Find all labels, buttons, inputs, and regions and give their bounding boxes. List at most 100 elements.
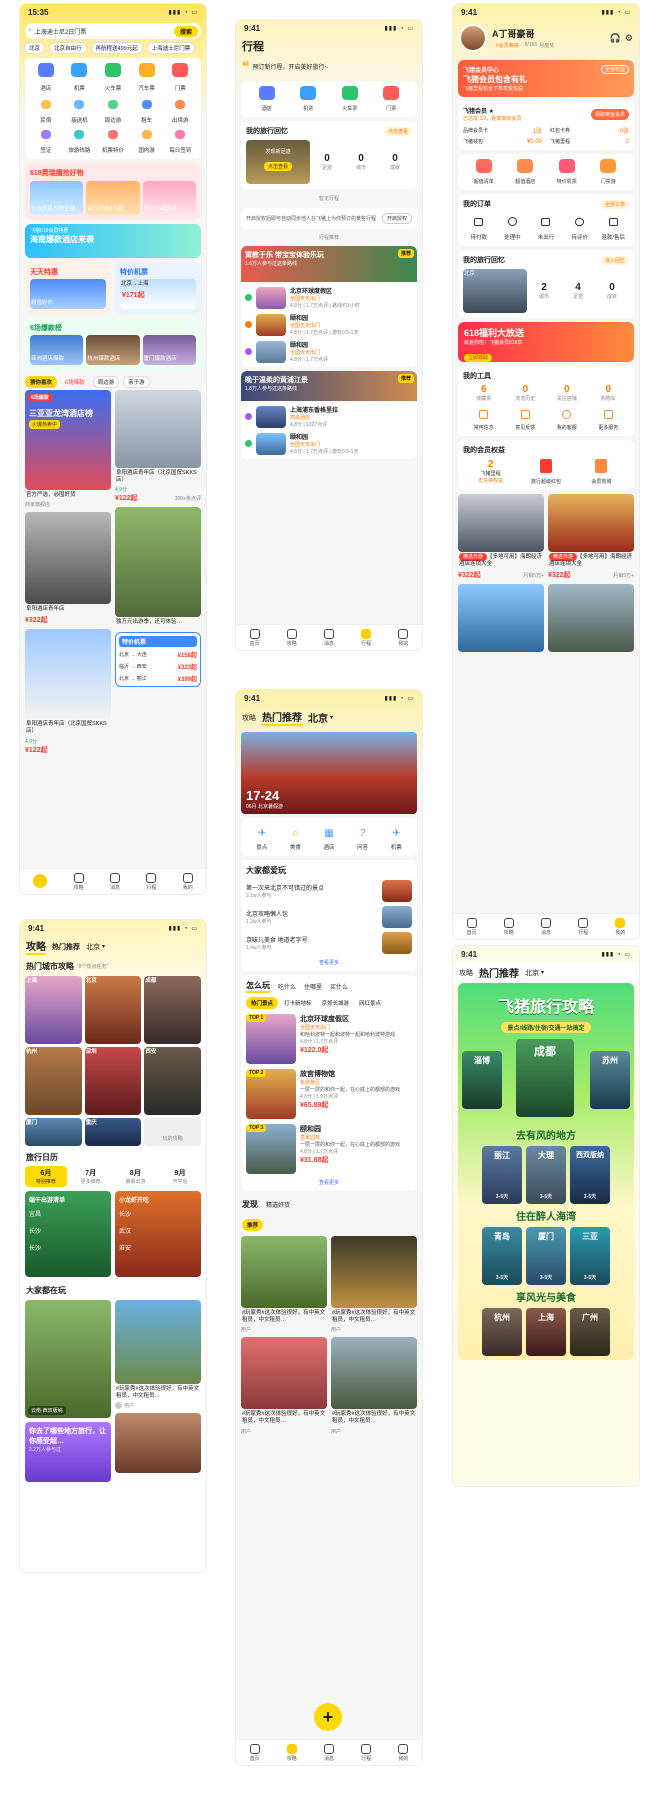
quick-item[interactable]: 门票游: [588, 159, 630, 185]
play-card[interactable]: [115, 1300, 201, 1384]
month-tab[interactable]: 7月 更多推荐: [70, 1166, 112, 1187]
tab-trip[interactable]: 行程: [578, 917, 588, 936]
city-card[interactable]: 重庆: [84, 1118, 142, 1146]
avatar[interactable]: [459, 24, 487, 52]
quick-tag[interactable]: 再航程送499元起: [90, 42, 143, 54]
memory-image[interactable]: 北京: [463, 269, 527, 313]
quick-item[interactable]: 超值酒店: [505, 159, 547, 185]
perk-row[interactable]: 品牌会员卡 1张: [463, 126, 542, 135]
grid-item[interactable]: 民宿: [30, 96, 62, 124]
tab-message[interactable]: 消息: [540, 917, 551, 936]
memory-link[interactable]: 进入回忆: [600, 255, 629, 265]
how-tab[interactable]: 住哪里: [304, 982, 322, 991]
booking-hotel[interactable]: 酒店: [246, 86, 288, 112]
hainan-banner[interactable]: 飞猪618会员特惠 海南爆款酒店来袭: [25, 224, 201, 258]
order-status[interactable]: 待付款: [463, 213, 495, 241]
spot-item[interactable]: TOP 2 故宫博物馆 免费景区 一层一层的和你一起，在心底上的都部的游戏 4.8分 …: [246, 1069, 412, 1119]
tab-trip[interactable]: 行程: [361, 1743, 371, 1762]
route-card[interactable]: 晚于温柔的黄浦江景 1.8万人参与过这条路线 推荐 上海浦东香格里拉 高级酒店 4.…: [241, 371, 417, 459]
hotel-image[interactable]: 杭州爆款酒店: [86, 335, 140, 365]
route-stop[interactable]: 北京环球度假区 全国天天出门 4.8分 | 1.7万点评 | 路线约3小时: [245, 286, 413, 309]
booking-train[interactable]: 火车票: [329, 86, 371, 112]
order-status[interactable]: 处理中: [497, 213, 529, 241]
feed-card[interactable]: [25, 512, 111, 605]
grid-item[interactable]: 出境游: [164, 96, 196, 124]
quick-item[interactable]: 特价机票: [546, 159, 588, 185]
gear-icon[interactable]: ⚙: [625, 33, 633, 44]
flight-deal-card[interactable]: 特价机票 北京→上海 ¥171起: [115, 262, 201, 314]
promo-image[interactable]: 每日好价0元起: [86, 181, 140, 215]
goods-card[interactable]: 精选日游 【多地可用】海朗经济酒店连锁大全 ¥322起 月销5万+: [458, 494, 544, 580]
play-card[interactable]: [115, 1413, 201, 1474]
orders-link[interactable]: 全部订单: [600, 199, 629, 209]
play-card[interactable]: 云南·西双版纳: [25, 1300, 111, 1418]
post-card[interactable]: #玩家秀#这次体验很好，有中英文租员，中文租员… 用户: [331, 1337, 417, 1435]
spot-filter[interactable]: 热门景点: [246, 997, 279, 1009]
grid-item[interactable]: 每日签到: [164, 126, 196, 154]
route-stop[interactable]: 颐和园 全国天天出门 4.8分 | 1.7万点评 | 游玩0.5-1天: [245, 313, 413, 336]
route-card[interactable]: 寓教于乐 带宝宝体验乐玩 1.6万人参与过这条路线 推荐 北京环球度假区 全国天天…: [241, 246, 417, 367]
tab-mine[interactable]: 我的: [398, 628, 408, 647]
booking-ticket[interactable]: 门票: [371, 86, 413, 112]
feed-tab[interactable]: 亲子游: [123, 376, 150, 388]
flight-row[interactable]: 北京 → 丽江 ¥399起: [119, 674, 197, 683]
hero-image[interactable]: 17-24 06月 北京暑假游: [241, 732, 417, 814]
promo-618[interactable]: 618费瑞播抢好物 大会员每日抢全部 每日好价0元起 迪士尼城堡游: [25, 163, 201, 220]
tab-guide[interactable]: 攻略: [26, 938, 46, 955]
tab-message[interactable]: 消息: [323, 1743, 334, 1762]
vip-banner[interactable]: 飞猪会员中心 全部权益 飞猪会员包含有礼 飞猪里程包含下单享受权益: [458, 60, 634, 97]
goods-card[interactable]: 精选日游 【多地可用】海朗经济酒店连锁大全 ¥322起 月销5万+: [548, 494, 634, 580]
grid-item[interactable]: 周边游: [97, 96, 129, 124]
post-card[interactable]: #玩家秀#这次体验很好，有中英文租员，中文租员… 用户: [241, 1236, 327, 1333]
promo-image[interactable]: 大会员每日抢全部: [30, 181, 84, 215]
search-bar[interactable]: ⌕ 上海迪士尼2日门票 搜索: [25, 23, 201, 39]
tool-stat[interactable]: 6 收藏夹: [463, 384, 505, 402]
month-tab[interactable]: 9月 开学后: [159, 1166, 201, 1187]
love-item[interactable]: 京味儿美食 地道老字号 1.4w人参与: [246, 932, 412, 954]
hero-city-card[interactable]: 苏州: [590, 1051, 630, 1109]
city-card[interactable]: 上海: [526, 1308, 566, 1356]
flight-row[interactable]: 北京 → 大连 ¥158起: [119, 650, 197, 659]
booking-flight[interactable]: 机票: [288, 86, 330, 112]
tool-item[interactable]: 我的客服: [546, 406, 588, 431]
love-item[interactable]: 北京攻略懒人包 1.2w人参与: [246, 906, 412, 928]
city-card[interactable]: 广州: [570, 1308, 610, 1356]
right-item[interactable]: 旅行超级红包: [518, 459, 573, 485]
grid-item[interactable]: 国内游: [131, 126, 163, 154]
category-item[interactable]: ✈ 机票: [380, 823, 412, 851]
list-card[interactable]: 端午出游清单 宜昌 长沙 长沙: [25, 1191, 111, 1277]
right-item[interactable]: 会员商城: [574, 459, 629, 485]
how-tab[interactable]: 吃什么: [278, 982, 296, 991]
recommend-chip[interactable]: 推荐: [242, 1219, 264, 1231]
quick-tag[interactable]: 上海迪士尼门票: [146, 42, 196, 54]
city-card[interactable]: 成都: [144, 976, 201, 1044]
order-status[interactable]: 退款/售后: [597, 213, 629, 241]
category-item[interactable]: ✈ 景点: [246, 823, 278, 851]
memory-link[interactable]: 点击查看: [383, 126, 412, 136]
perk-row[interactable]: 飞猪钱包 ¥0.00: [463, 138, 542, 146]
city-card[interactable]: 厦门 3-5天: [526, 1227, 566, 1285]
city-card[interactable]: 深圳: [84, 1047, 142, 1115]
spot-filter[interactable]: 打卡新地标: [280, 998, 316, 1008]
auth-button[interactable]: 开启授权: [381, 213, 412, 224]
tool-stat[interactable]: 0 关注店铺: [546, 384, 588, 402]
month-tab[interactable]: 6月 特别推荐: [25, 1166, 67, 1187]
hot-hotels[interactable]: 6场爆款榜 亚洲酒店爆款 杭州爆款酒店 厦门爆款酒店: [25, 318, 201, 370]
more-button[interactable]: 玩的攻略: [144, 1118, 201, 1146]
tab-home[interactable]: 首页: [249, 628, 260, 647]
tab-guide[interactable]: 攻略: [503, 917, 514, 936]
love-more[interactable]: 查看更多: [246, 959, 412, 966]
grid-item[interactable]: 接送机: [64, 96, 96, 124]
headset-icon[interactable]: 🎧: [610, 33, 621, 44]
list-card[interactable]: 小龙虾开吃 长沙 武汉 淮安: [115, 1191, 201, 1277]
city-select[interactable]: 北京: [308, 710, 328, 725]
post-card[interactable]: #玩家秀#这次体验很好，有中英文租员，中文租员… 用户: [241, 1337, 327, 1435]
goods-image[interactable]: [458, 584, 544, 653]
tab-guide[interactable]: 攻略: [242, 713, 256, 723]
grid-item-hotel[interactable]: 酒店: [30, 63, 62, 92]
tool-stat[interactable]: 0 浏览历史: [505, 384, 547, 402]
feed-card[interactable]: [115, 390, 201, 468]
city-card[interactable]: 杭州: [25, 1047, 82, 1115]
perk-row[interactable]: 红包卡券 0张: [550, 126, 629, 135]
feed-card[interactable]: [25, 629, 111, 720]
